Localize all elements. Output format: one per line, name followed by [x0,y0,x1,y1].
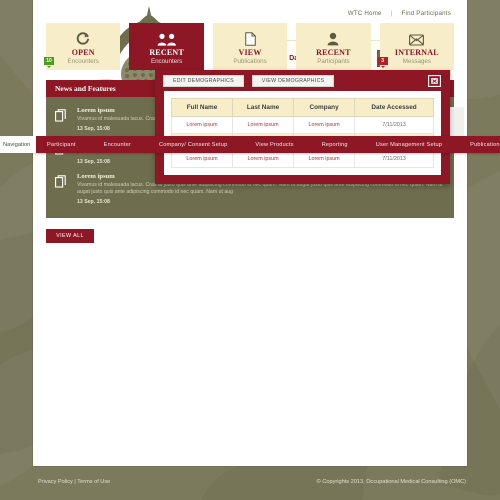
page-container: WTC Home|Find Participants Good Day: Bec… [33,0,467,466]
card-recent-participants[interactable]: RECENT Participants [296,23,371,70]
col-full-name: Full Name [170,98,234,117]
person-icon-wrap [327,29,339,46]
card-internal-subtitle: Messages [402,57,431,65]
recent-encounters-panel: EDIT DEMOGRAPHICS VIEW DEMOGRAPHICS Full… [155,70,450,184]
main-navigation-wrap: Participant Encounter Company/ Consent S… [0,136,500,153]
documents-icon [55,174,66,188]
footer-copyright: © Copyrights 2013, Occupational Medical … [316,479,466,485]
card-open-badge: 10 [44,57,54,68]
card-view-pub-subtitle: Publications [233,57,267,65]
refresh-icon [77,31,90,45]
nav-item-view-products[interactable]: View Products [241,142,307,148]
panel-table-wrap: Full Name Last Name Company Date Accesse… [164,91,441,175]
main-navigation: Participant Encounter Company/ Consent S… [33,136,500,153]
nav-item-publications-management[interactable]: Publications Management [456,142,500,148]
demographics-table: Full Name Last Name Company Date Accesse… [170,98,434,168]
news-doc-icon-wrap [55,173,69,206]
card-recent-part-subtitle: Participants [317,57,350,65]
card-recent-encounters[interactable]: RECENT Encounters [129,23,204,70]
card-view-publications[interactable]: VIEW Publications [212,23,288,70]
envelope-icon-wrap [409,29,425,46]
col-last-name: Last Name [232,98,295,117]
nav-item-user-management-setup[interactable]: User Management Setup [362,142,456,148]
close-box-icon [428,75,441,87]
privacy-policy-link[interactable]: Privacy Policy [38,479,73,485]
view-demographics-button[interactable]: VIEW DEMOGRAPHICS [251,74,335,87]
card-open-title: OPEN [71,47,95,57]
view-all-button[interactable]: VIEW ALL [46,229,94,244]
panel-close-button[interactable] [428,74,441,87]
cell-last-name: Lorem ipsum [232,116,295,134]
card-view-pub-title: VIEW [238,47,262,57]
site-footer: Privacy Policy | Terms of Use © Copyrigh… [0,466,500,500]
nav-item-encounter[interactable]: Encounter [90,142,145,148]
card-internal-badge: 3 [377,57,388,68]
col-date-accessed: Date Accessed [354,98,434,117]
col-company: Company [293,98,356,117]
top-links: WTC Home | Find Participants [348,10,451,17]
table-row[interactable]: Lorem ipsum Lorem ipsum Lorem ipsum 7/11… [170,150,434,168]
cell-company: Lorem ipsum [293,116,356,134]
news-item-date: 13 Sep, 15:08 [77,199,110,206]
nav-item-reporting[interactable]: Reporting [308,142,362,148]
card-internal-title: INTERNAL [394,47,439,57]
quick-access-cards: OPEN Encounters 10 RECENT Encounters VIE… [44,23,455,70]
table-row[interactable]: Lorem ipsum Lorem ipsum Lorem ipsum 7/11… [170,116,434,134]
cell-date: 7/11/2013 [354,150,434,168]
person-icon [328,32,339,45]
edit-demographics-button[interactable]: EDIT DEMOGRAPHICS [163,74,244,87]
find-participants-link[interactable]: Find Participants [402,10,451,17]
document-icon-wrap [244,29,256,46]
news-doc-icon-wrap [55,107,69,132]
table-header-row: Full Name Last Name Company Date Accesse… [170,98,434,117]
people-icon [157,33,176,46]
card-recent-enc-title: RECENT [149,47,184,57]
top-links-separator: | [390,10,393,17]
cell-full-name: Lorem ipsum [170,150,234,168]
documents-icon [55,109,66,122]
wtc-home-link[interactable]: WTC Home [348,10,382,17]
card-recent-enc-subtitle: Encounters [150,57,183,65]
cell-full-name: Lorem ipsum [170,116,234,134]
cell-last-name: Lorem ipsum [232,150,295,168]
card-open-encounters[interactable]: OPEN Encounters 10 [44,23,121,70]
terms-of-use-link[interactable]: Terms of Use [77,479,110,485]
card-open-subtitle: Encounters [67,57,99,65]
refresh-icon-wrap [76,29,90,46]
footer-links: Privacy Policy | Terms of Use [38,479,110,485]
document-icon [244,31,256,46]
nav-item-participant[interactable]: Participant [33,142,90,148]
navigation-label: Navigation [0,136,36,153]
cell-date: 7/11/2013 [354,116,434,134]
panel-toolbar: EDIT DEMOGRAPHICS VIEW DEMOGRAPHICS [155,70,450,91]
cell-company: Lorem ipsum [293,150,356,168]
card-internal-messages[interactable]: INTERNAL Messages 3 [377,23,455,70]
card-recent-part-title: RECENT [316,47,351,57]
people-icon-wrap [157,29,177,46]
footer-separator: | [74,479,76,485]
envelope-icon [409,33,425,46]
nav-item-company-consent-setup[interactable]: Company/ Consent Setup [145,142,241,148]
